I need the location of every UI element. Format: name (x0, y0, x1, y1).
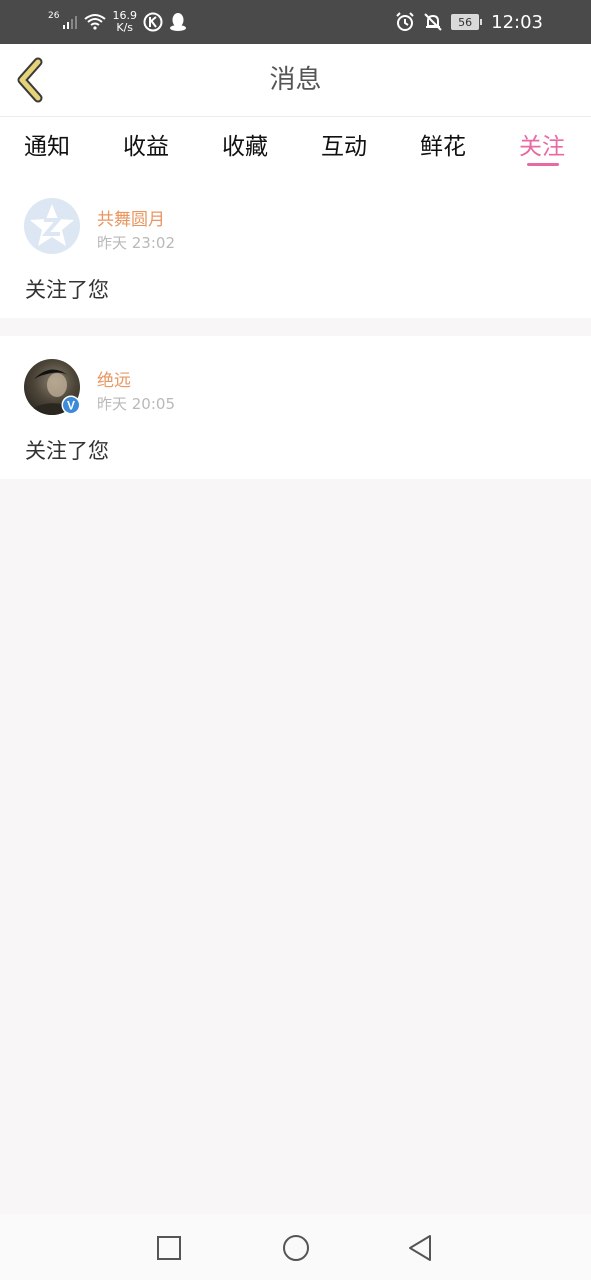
cellular-signal-icon (63, 16, 78, 29)
tab-notify[interactable]: 通知 (17, 127, 77, 161)
recent-apps-button[interactable] (155, 1234, 183, 1262)
verified-badge-label: V (67, 399, 75, 413)
tab-flowers[interactable]: 鲜花 (413, 127, 473, 161)
avatar[interactable] (24, 198, 80, 254)
default-star-avatar-icon (30, 204, 74, 246)
k-app-icon (143, 12, 163, 32)
tab-earnings[interactable]: 收益 (116, 127, 176, 161)
alarm-icon (396, 12, 414, 31)
verified-badge-icon: V (61, 395, 81, 415)
clock: 12:03 (491, 11, 543, 33)
system-nav-bar (0, 1214, 591, 1280)
sender-name[interactable]: 共舞圆月 (97, 205, 165, 230)
battery-indicator: 56 (451, 14, 483, 30)
status-bar: 26 16.9 K/s 56 12:03 (0, 0, 591, 44)
status-right: 56 12:03 (395, 0, 543, 44)
page-title: 消息 (269, 65, 322, 95)
battery-level: 56 (458, 15, 473, 29)
mute-bell-icon (424, 13, 442, 31)
message-time: 昨天 23:02 (97, 234, 175, 252)
message-text: 关注了您 (25, 439, 109, 463)
speed-unit: K/s (116, 21, 134, 34)
message-card[interactable]: V 绝远 昨天 20:05 关注了您 (0, 336, 591, 479)
signal-label: 26 (48, 11, 60, 21)
tab-following[interactable]: 关注 (512, 127, 572, 161)
home-button[interactable] (281, 1233, 311, 1263)
back-nav-button[interactable] (406, 1233, 434, 1263)
tab-bar: 通知 收益 收藏 互动 鲜花 关注 (0, 117, 591, 179)
tab-favorites[interactable]: 收藏 (215, 127, 275, 161)
message-text: 关注了您 (25, 278, 109, 302)
network-speed: 16.9 K/s (112, 10, 137, 34)
message-time: 昨天 20:05 (97, 395, 175, 413)
message-card[interactable]: 共舞圆月 昨天 23:02 关注了您 (0, 179, 591, 318)
wifi-icon (84, 14, 107, 30)
status-left: 26 16.9 K/s (48, 0, 187, 44)
active-tab-indicator (527, 163, 559, 166)
tab-interaction[interactable]: 互动 (314, 127, 374, 161)
qq-icon (169, 13, 186, 31)
sender-name[interactable]: 绝远 (97, 366, 131, 391)
app-header: 消息 (0, 44, 591, 117)
